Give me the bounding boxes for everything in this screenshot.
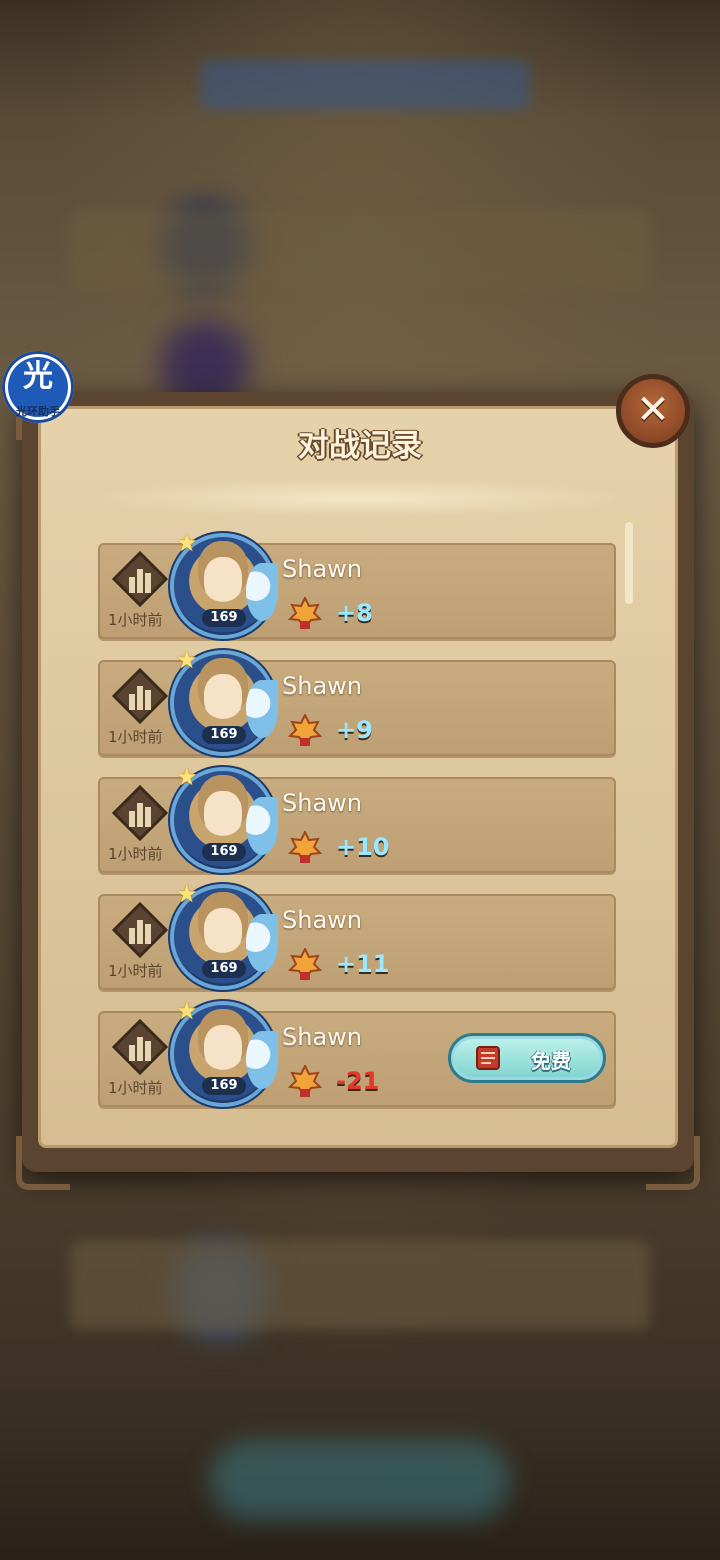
record-time: 1小时前 [108,1079,163,1097]
free-button-label: 免费 [531,1049,571,1073]
avatar-face [204,674,242,718]
record-row[interactable]: 1小时前 ★ 169 Shawn +8 [98,529,616,639]
dialog-title: 对战记录 [298,428,422,464]
star-icon: ★ [176,763,198,791]
scrollbar[interactable] [625,522,633,604]
wave-emblem-icon [246,680,278,738]
rank-bars-icon [112,668,168,724]
blurred-bottom-button [210,1440,510,1520]
trophy-icon [288,597,322,630]
wave-emblem-icon [246,914,278,972]
record-time: 1小时前 [108,845,163,863]
record-time: 1小时前 [108,728,163,746]
blurred-row [70,210,650,290]
panel-corner-ornament [16,1136,70,1190]
opponent-level: 169 [202,1077,246,1095]
opponent-name: Shawn [282,672,362,700]
opponent-avatar[interactable]: ★ 169 [174,529,278,635]
score-change: -21 [336,1067,380,1095]
record-row[interactable]: 1小时前 ★ 169 Shawn +10 [98,763,616,873]
helper-glyph: 光 [23,359,53,394]
record-time: 1小时前 [108,962,163,980]
panel-corner-ornament [646,1136,700,1190]
opponent-name: Shawn [282,1023,362,1051]
opponent-avatar[interactable]: ★ 169 [174,763,278,869]
opponent-name: Shawn [282,555,362,583]
free-replay-button[interactable]: 免费 [448,1033,606,1083]
opponent-name: Shawn [282,789,362,817]
blurred-header [200,60,530,110]
opponent-avatar[interactable]: ★ 169 [174,646,278,752]
opponent-level: 169 [202,609,246,627]
avatar-face [204,908,242,952]
star-icon: ★ [176,529,198,557]
blurred-row [70,1240,650,1330]
star-icon: ★ [176,997,198,1025]
rank-bars-icon [112,785,168,841]
opponent-level: 169 [202,726,246,744]
replay-scroll-icon [476,1046,500,1070]
rank-bars-icon [112,902,168,958]
opponent-level: 169 [202,843,246,861]
wave-emblem-icon [246,563,278,621]
score-change: +8 [336,599,373,627]
record-list: 1小时前 ★ 169 Shawn +8 1小时前 ★ 169 Shawn +9 … [98,529,616,1128]
record-time: 1小时前 [108,611,163,629]
record-row[interactable]: 1小时前 ★ 169 Shawn +9 [98,646,616,756]
score-change: +10 [336,833,390,861]
opponent-name: Shawn [282,906,362,934]
avatar-face [204,1025,242,1069]
opponent-level: 169 [202,960,246,978]
score-change: +11 [336,950,390,978]
rank-bars-icon [112,551,168,607]
wave-emblem-icon [246,797,278,855]
trophy-icon [288,948,322,981]
star-icon: ★ [176,880,198,908]
helper-badge[interactable]: 光 光环助手 [2,351,74,423]
title-glow [90,478,630,518]
trophy-icon [288,714,322,747]
avatar-face [204,557,242,601]
close-button[interactable]: ✕ [616,374,690,448]
avatar-face [204,791,242,835]
helper-label: 光环助手 [16,405,60,418]
opponent-avatar[interactable]: ★ 169 [174,997,278,1103]
wave-emblem-icon [246,1031,278,1089]
close-icon: ✕ [636,387,670,433]
opponent-avatar[interactable]: ★ 169 [174,880,278,986]
star-icon: ★ [176,646,198,674]
trophy-icon [288,831,322,864]
record-row[interactable]: 1小时前 ★ 169 Shawn -21 免费 [98,997,616,1107]
trophy-icon [288,1065,322,1098]
score-change: +9 [336,716,373,744]
record-row[interactable]: 1小时前 ★ 169 Shawn +11 [98,880,616,990]
rank-bars-icon [112,1019,168,1075]
